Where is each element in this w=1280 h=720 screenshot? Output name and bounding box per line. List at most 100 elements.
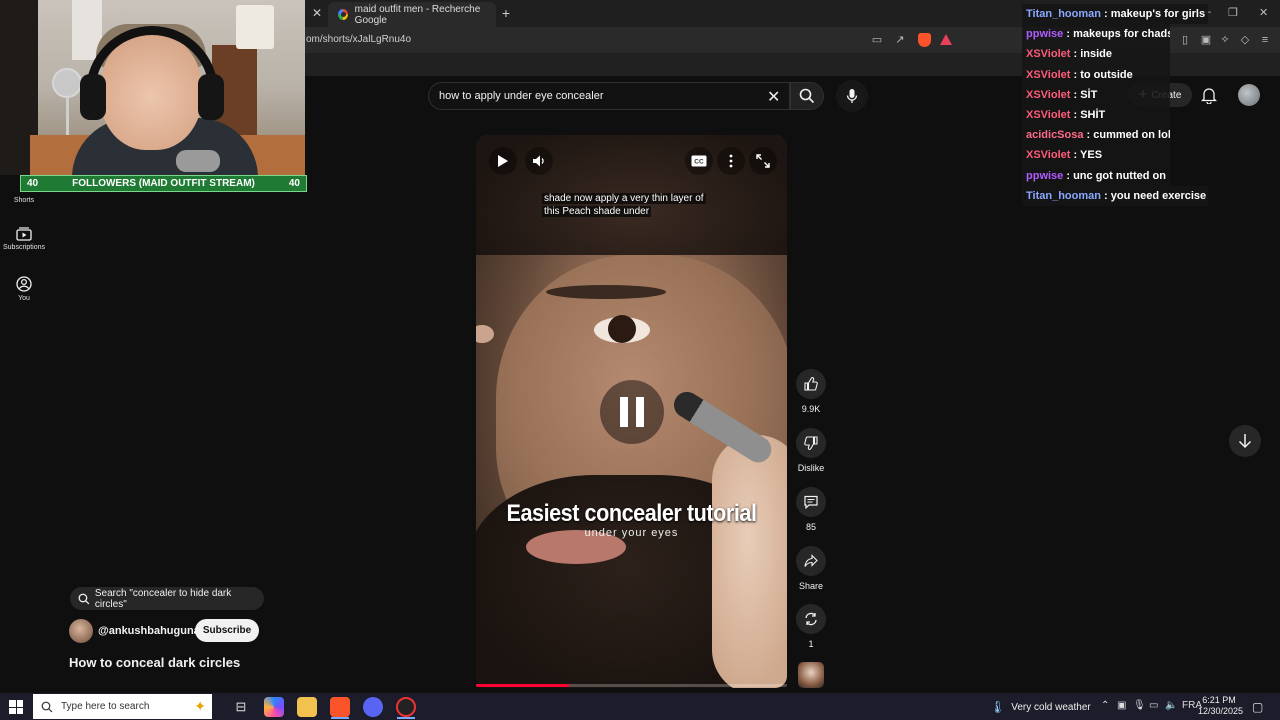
brave-browser-icon[interactable] — [330, 697, 350, 717]
share-icon — [804, 554, 818, 567]
chat-username: Titan_hooman — [1026, 189, 1101, 202]
search-button[interactable] — [790, 82, 824, 110]
url-text[interactable]: om/shorts/xJalLgRnu4o — [306, 34, 411, 45]
nav-item-you[interactable]: You — [0, 276, 48, 302]
windows-start-icon[interactable] — [9, 700, 23, 714]
pause-icon — [620, 397, 628, 427]
thumbs-up-icon — [804, 377, 818, 391]
clock-time: 6:21 PM — [1202, 695, 1236, 705]
chat-message-text: YES — [1080, 149, 1103, 162]
network-icon[interactable]: ▭ — [1149, 700, 1158, 711]
chat-message-text: makeup's for girls — [1110, 8, 1206, 20]
svg-text:CC: CC — [694, 159, 704, 166]
webcam-overlay — [0, 0, 305, 175]
system-clock[interactable]: 6:21 PM 12/30/2025 — [1198, 695, 1244, 717]
more-vertical-icon — [729, 154, 733, 168]
nav-item-subscriptions[interactable]: Subscriptions — [0, 227, 48, 251]
close-tab-icon[interactable]: ✕ — [309, 4, 325, 22]
discord-icon[interactable] — [363, 697, 383, 717]
browser-tab[interactable]: maid outfit men - Recherche Google — [328, 2, 496, 27]
share-button[interactable]: Share — [796, 546, 826, 591]
volume-button[interactable] — [525, 147, 553, 175]
arrow-down-icon — [1238, 434, 1252, 449]
suggested-search-text: Search "concealer to hide dark circles" — [94, 587, 232, 610]
search-icon — [78, 593, 90, 604]
chat-username: XSViolet — [1026, 149, 1071, 162]
comments-button[interactable]: 85 — [796, 487, 826, 532]
microphone-icon — [846, 89, 858, 103]
sparkle-icon: ✦ — [194, 698, 206, 714]
channel-avatar[interactable] — [69, 619, 93, 643]
chat-message: XSViolet : to outside — [1022, 64, 1170, 85]
task-view-icon[interactable]: ⊟ — [231, 697, 251, 717]
chat-message: XSViolet : SHİT — [1022, 104, 1170, 126]
microphone-icon[interactable]: 🎙 — [1133, 700, 1146, 711]
chat-message-text: inside — [1080, 48, 1113, 61]
play-button[interactable] — [489, 147, 517, 175]
more-options-button[interactable] — [717, 147, 745, 175]
chat-message-text: you need exercise — [1110, 189, 1207, 202]
share-page-icon[interactable]: ↗ — [893, 33, 907, 47]
video-caption-text: shade now apply a very thin layer of thi… — [542, 193, 706, 217]
speaker-icon[interactable]: 🔈 — [1165, 700, 1177, 711]
share-label: Share — [798, 581, 824, 591]
subscribe-button[interactable]: Subscribe — [195, 619, 259, 642]
nav-item-shorts[interactable]: Shorts — [0, 197, 48, 204]
like-button[interactable]: 9.9K — [796, 369, 826, 414]
comment-icon — [804, 495, 818, 509]
new-tab-icon[interactable]: + — [498, 4, 514, 22]
cast-icon[interactable]: ▭ — [870, 33, 884, 47]
search-icon — [799, 88, 815, 104]
next-short-button[interactable] — [1229, 425, 1261, 457]
search-icon — [41, 701, 53, 712]
suggested-search-chip[interactable]: Search "concealer to hide dark circles" — [70, 587, 264, 610]
clear-search-icon[interactable]: ✕ — [767, 87, 780, 107]
followers-count-left: 40 — [27, 178, 39, 189]
fullscreen-button[interactable] — [749, 147, 777, 175]
brave-shields-icon[interactable] — [918, 33, 931, 47]
chat-message-text: SHİT — [1080, 108, 1106, 121]
voice-search-button[interactable] — [836, 80, 868, 112]
chat-username: ppwise — [1026, 28, 1064, 41]
pause-button[interactable] — [600, 380, 664, 444]
chat-username: XSViolet — [1026, 48, 1071, 61]
dislike-button[interactable]: Dislike — [796, 428, 826, 473]
captions-button[interactable]: CC — [685, 147, 713, 175]
closed-captions-icon: CC — [691, 155, 707, 167]
remix-icon — [805, 612, 817, 626]
short-video-player[interactable]: CC shade now apply a very thin layer of … — [476, 135, 787, 688]
video-progress-bar[interactable] — [476, 684, 787, 687]
screen: ✕ maid outfit men - Recherche Google + —… — [0, 0, 1280, 720]
file-explorer-icon[interactable] — [297, 697, 317, 717]
clock-date: 12/30/2025 — [1198, 706, 1244, 716]
google-icon — [338, 9, 348, 20]
video-overlay-title: Easiest concealer tutorial — [506, 500, 757, 527]
channel-name[interactable]: @ankushbahuguna — [98, 625, 200, 637]
weather-widget[interactable]: 🌡 Very cold weather — [990, 700, 1091, 714]
chat-message: XSViolet : SİT — [1022, 84, 1170, 105]
audio-source-thumbnail[interactable] — [798, 662, 824, 688]
chat-message: XSViolet : YES — [1022, 145, 1170, 166]
chat-message: acidicSosa : cummed on lol — [1022, 125, 1170, 146]
notification-center-icon[interactable]: ▢ — [1252, 700, 1263, 714]
brave-rewards-icon[interactable] — [940, 34, 952, 45]
chat-username: Titan_hooman — [1026, 8, 1101, 20]
copilot-icon[interactable] — [264, 697, 284, 717]
chat-username: XSViolet — [1026, 68, 1071, 81]
browser-tab-title: maid outfit men - Recherche Google — [354, 3, 481, 26]
search-input[interactable]: how to apply under eye concealer ✕ — [428, 82, 790, 110]
taskbar-search-input[interactable]: Type here to search ✦ — [33, 694, 212, 719]
chevron-up-icon[interactable]: ⌃ — [1101, 700, 1109, 711]
nav-label-subscriptions: Subscriptions — [2, 244, 46, 251]
obs-icon[interactable] — [396, 697, 416, 717]
followers-label: FOLLOWERS (MAID OUTFIT STREAM) — [72, 178, 255, 189]
chat-message-text: to outside — [1080, 68, 1133, 81]
thumbs-down-icon — [804, 436, 818, 450]
tray-app-icon[interactable]: ▣ — [1117, 700, 1126, 711]
dislike-label: Dislike — [797, 463, 825, 473]
remix-button[interactable]: 1 — [796, 604, 826, 649]
like-count: 9.9K — [801, 404, 821, 414]
play-icon — [498, 155, 508, 167]
stream-chat-overlay: Titan_hooman : makeup's for girls ppwise … — [1022, 4, 1280, 206]
video-caption: shade now apply a very thin layer of thi… — [542, 192, 714, 218]
